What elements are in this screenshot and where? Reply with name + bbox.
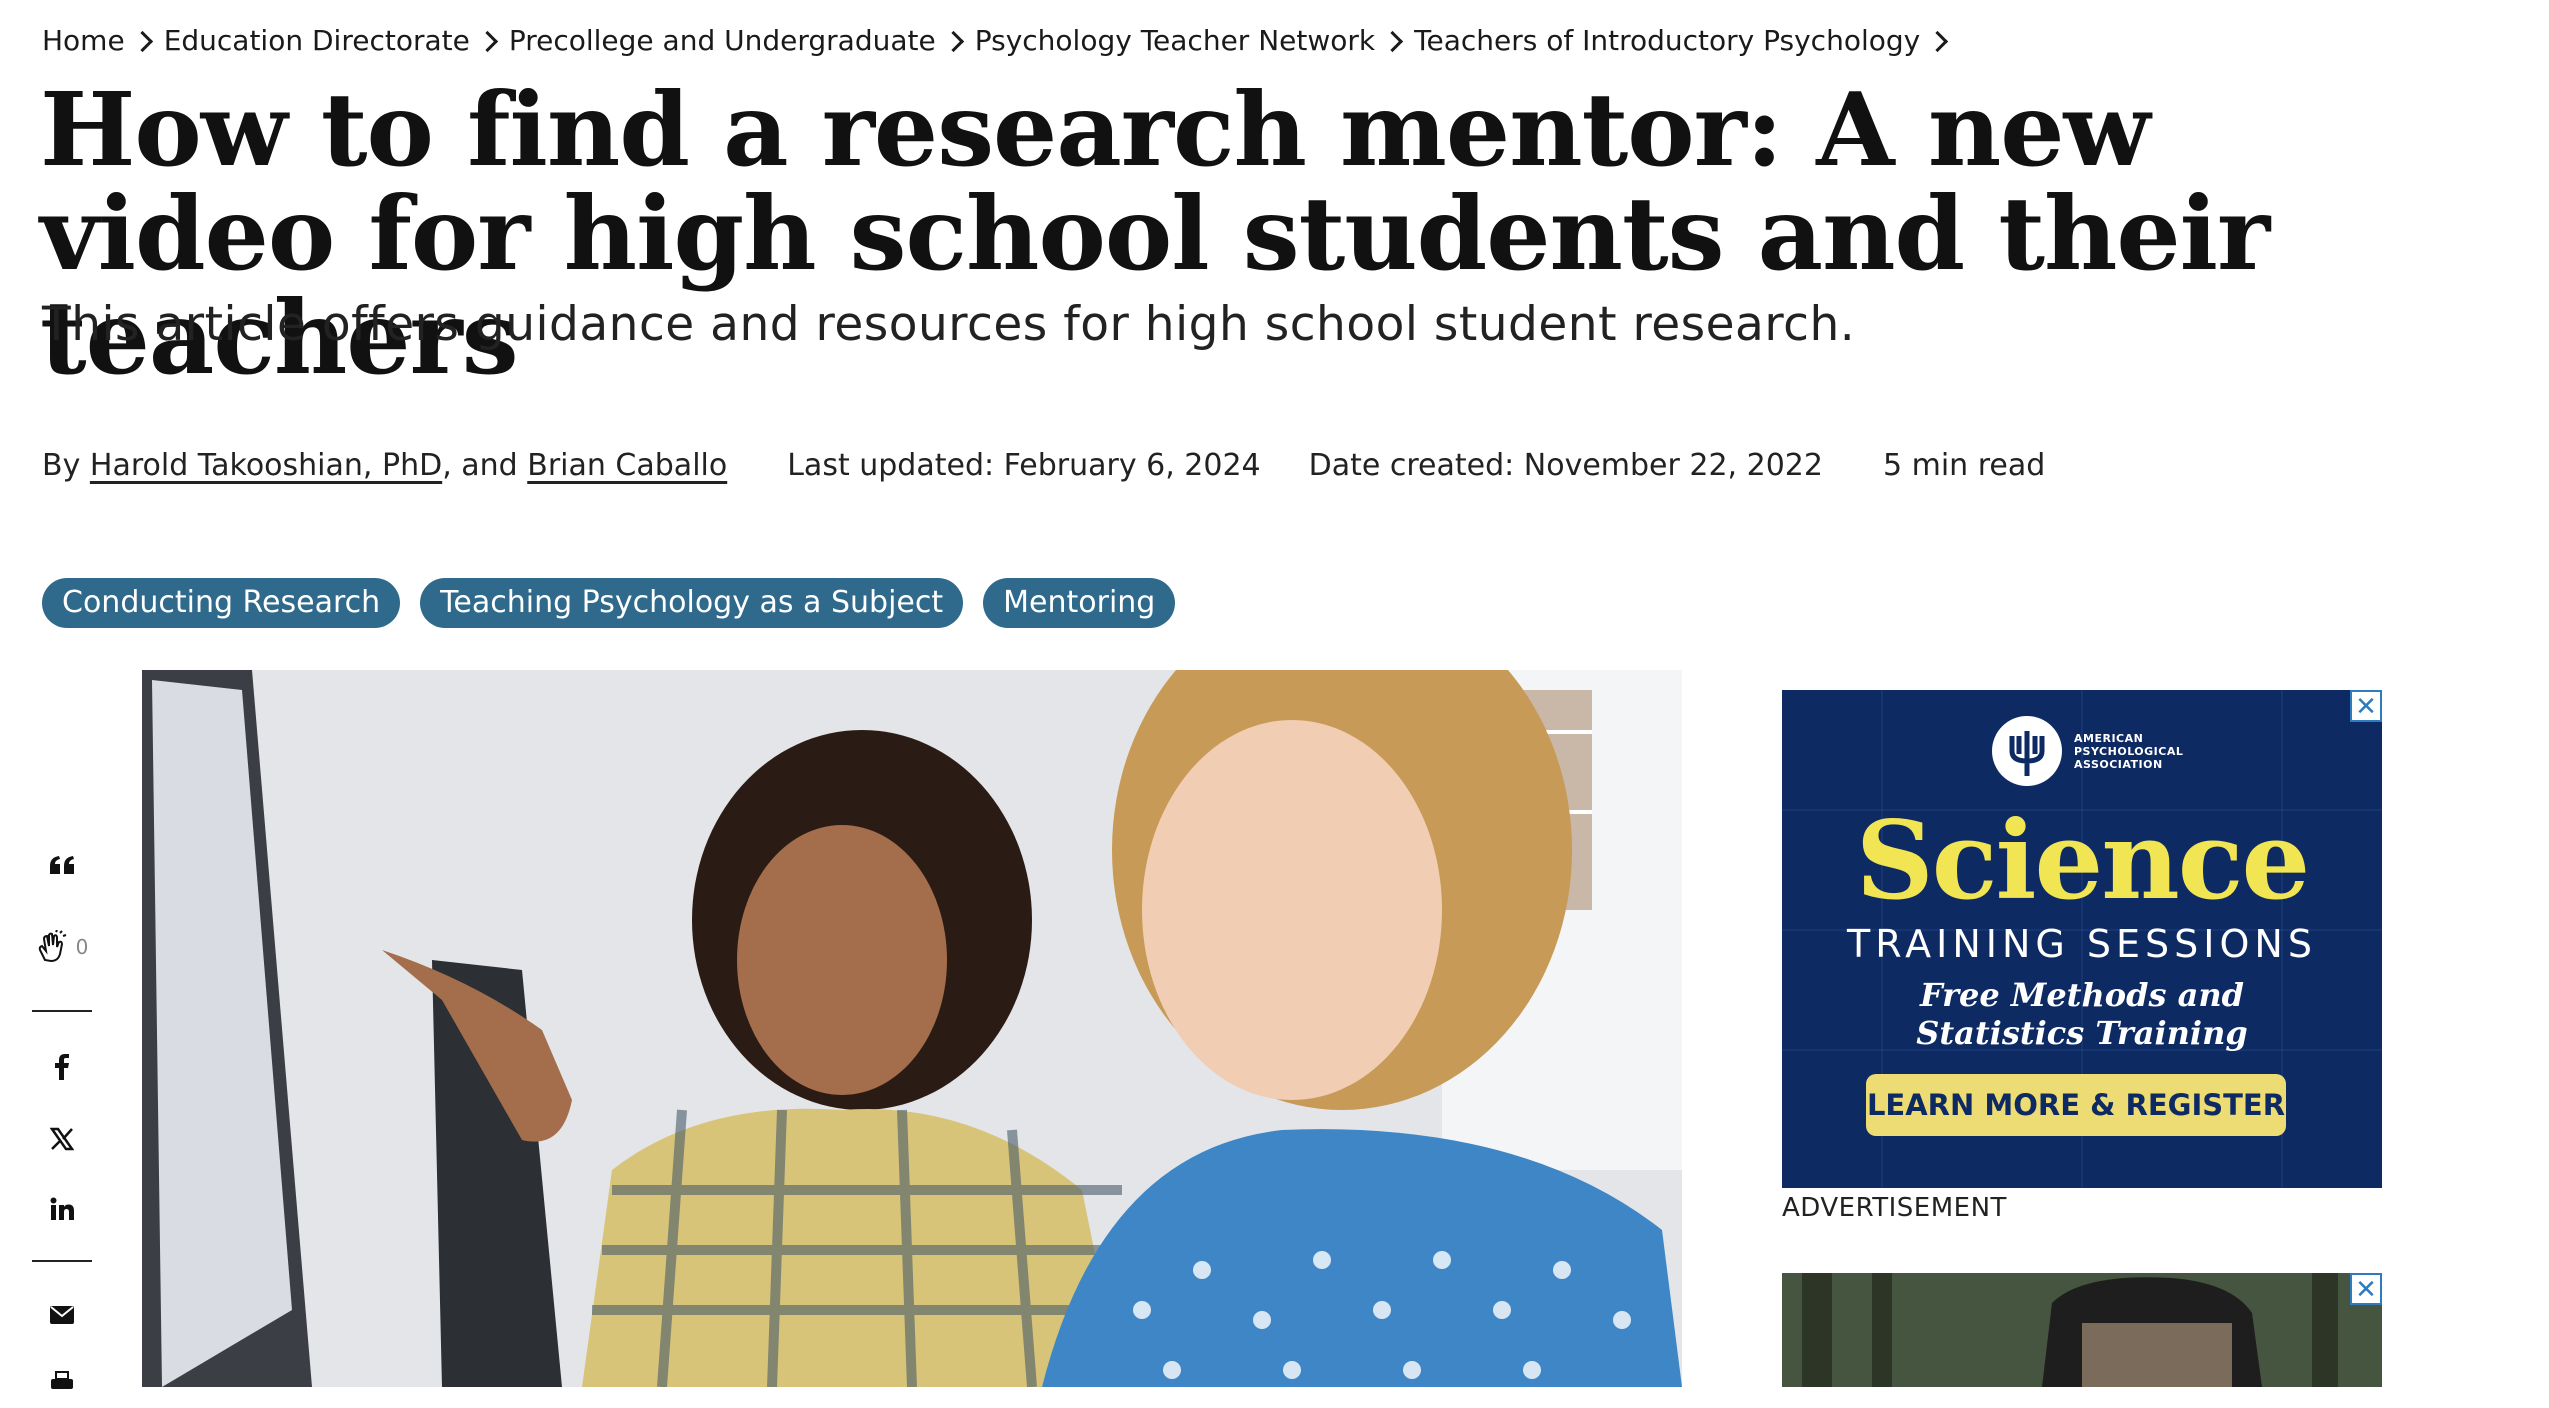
linkedin-icon[interactable] [30, 1184, 94, 1234]
breadcrumb-teacher-network[interactable]: Psychology Teacher Network [975, 24, 1375, 57]
chevron-right-icon [1382, 30, 1404, 52]
breadcrumb-intro-psych[interactable]: Teachers of Introductory Psychology [1414, 24, 1920, 57]
apa-logo: AMERICAN PSYCHOLOGICAL ASSOCIATION [1992, 716, 2194, 786]
print-icon[interactable] [30, 1358, 94, 1408]
author-joiner: , and [442, 447, 518, 483]
last-updated: Last updated: February 6, 2024 [787, 447, 1261, 483]
hero-image [142, 670, 1682, 1387]
apa-logo-icon [1992, 716, 2062, 786]
email-icon[interactable] [30, 1290, 94, 1340]
ad-heading: Science [1855, 798, 2311, 924]
clap-button[interactable]: 0 [30, 922, 94, 972]
breadcrumb-education-directorate[interactable]: Education Directorate [164, 24, 470, 57]
quote-icon[interactable] [30, 840, 94, 890]
author-link-caballo[interactable]: Brian Caballo [527, 448, 727, 483]
breadcrumb-precollege[interactable]: Precollege and Undergraduate [509, 24, 936, 57]
ad-tagline-line2: Statistics Training [1916, 1014, 2248, 1052]
tag-teaching-psychology[interactable]: Teaching Psychology as a Subject [420, 578, 964, 628]
chevron-right-icon [476, 30, 498, 52]
ad2-close-button[interactable]: ✕ [2350, 1273, 2382, 1305]
author-link-takooshian[interactable]: Harold Takooshian, PhD [90, 448, 442, 483]
date-created: Date created: November 22, 2022 [1308, 447, 1823, 483]
clap-icon [38, 930, 66, 963]
article-byline: By Harold Takooshian, PhD , and Brian Ca… [42, 440, 2045, 490]
advertisement-label: ADVERTISEMENT [1782, 1193, 2007, 1223]
breadcrumb-home[interactable]: Home [42, 24, 125, 57]
chevron-right-icon [131, 30, 153, 52]
ad-tagline-line1: Free Methods and [1920, 976, 2244, 1014]
clap-count: 0 [75, 935, 89, 959]
ad-tagline: Free Methods and Statistics Training [1782, 976, 2382, 1052]
share-divider [32, 1010, 92, 1012]
x-icon[interactable] [30, 1114, 94, 1164]
ad2-image [1782, 1273, 2382, 1387]
share-divider [32, 1260, 92, 1262]
advertisement-banner[interactable]: ✕ AMERICAN PSYCHOLOGICAL ASSOCIATION Sci… [1782, 690, 2382, 1188]
by-prefix: By [42, 447, 81, 483]
tag-conducting-research[interactable]: Conducting Research [42, 578, 401, 628]
facebook-icon[interactable] [30, 1042, 94, 1092]
breadcrumb: Home Education Directorate Precollege an… [42, 20, 1959, 60]
topic-tags: Conducting Research Teaching Psychology … [42, 578, 1176, 628]
chevron-right-icon [1927, 30, 1949, 52]
ad-org-name: AMERICAN PSYCHOLOGICAL ASSOCIATION [2074, 731, 2184, 771]
tag-mentoring[interactable]: Mentoring [983, 578, 1176, 628]
read-time: 5 min read [1882, 447, 2046, 483]
ad-cta-button[interactable]: LEARN MORE & REGISTER [1866, 1074, 2286, 1136]
page-subtitle: This article offers guidance and resourc… [42, 297, 1856, 352]
chevron-right-icon [942, 30, 964, 52]
advertisement-banner-2[interactable]: ✕ [1782, 1273, 2382, 1387]
ad-subheading: TRAINING SESSIONS [1847, 922, 2317, 966]
ad-close-button[interactable]: ✕ [2350, 690, 2382, 722]
